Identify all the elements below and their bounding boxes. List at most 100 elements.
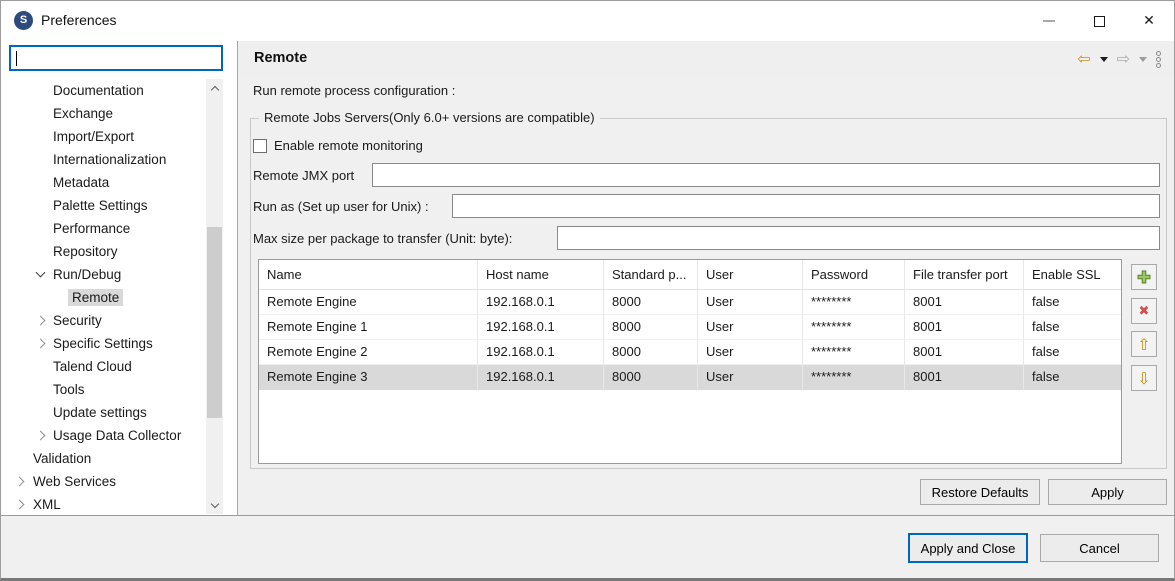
delete-server-button[interactable]: ✖ — [1131, 298, 1157, 324]
sidebar-item-web-services[interactable]: Web Services — [1, 470, 206, 493]
close-button[interactable]: ✕ — [1124, 1, 1174, 41]
chevron-right-icon[interactable] — [15, 500, 25, 510]
title-bar: S Preferences ✕ — [1, 1, 1174, 41]
table-cell: 8001 — [905, 365, 1024, 390]
sidebar-item-palette-settings[interactable]: Palette Settings — [1, 194, 206, 217]
table-cell: Remote Engine 2 — [259, 340, 478, 365]
table-row[interactable]: Remote Engine 3192.168.0.18000User******… — [259, 365, 1121, 390]
sidebar-item-internationalization[interactable]: Internationalization — [1, 148, 206, 171]
max-size-input[interactable] — [557, 226, 1160, 250]
sidebar-item-repository[interactable]: Repository — [1, 240, 206, 263]
sidebar-item-security[interactable]: Security — [1, 309, 206, 332]
window-controls: ✕ — [1024, 1, 1174, 41]
header-toolbar: ⇦ ⇨ — [1077, 41, 1161, 77]
forward-history-dropdown-icon[interactable] — [1139, 57, 1147, 62]
add-server-button[interactable] — [1131, 264, 1157, 290]
cancel-button[interactable]: Cancel — [1040, 534, 1159, 562]
restore-defaults-button[interactable]: Restore Defaults — [920, 479, 1040, 505]
apply-button[interactable]: Apply — [1048, 479, 1167, 505]
table-cell: 8001 — [905, 340, 1024, 365]
sidebar-item-metadata[interactable]: Metadata — [1, 171, 206, 194]
sidebar-item-specific-settings[interactable]: Specific Settings — [1, 332, 206, 355]
view-menu-icon[interactable] — [1156, 51, 1161, 68]
group-title: Remote Jobs Servers(Only 6.0+ versions a… — [259, 110, 600, 125]
sidebar-item-label: Import/Export — [49, 128, 138, 145]
table-cell: ******** — [803, 290, 905, 315]
table-cell: false — [1024, 340, 1121, 365]
chevron-right-icon[interactable] — [36, 316, 46, 326]
preferences-tree: Documentation Exchange Import/Export Intern… — [1, 79, 206, 516]
column-header-password[interactable]: Password — [803, 260, 905, 290]
intro-label: Run remote process configuration : — [253, 83, 455, 98]
chevron-right-icon[interactable] — [36, 431, 46, 441]
arrow-down-icon: ⇩ — [1137, 369, 1150, 388]
table-cell: 8001 — [905, 315, 1024, 340]
table-cell: User — [698, 340, 803, 365]
sidebar-item-label: Tools — [49, 381, 89, 398]
chevron-right-icon[interactable] — [15, 477, 25, 487]
move-down-button[interactable]: ⇩ — [1131, 365, 1157, 391]
dialog-body: Documentation Exchange Import/Export Intern… — [1, 41, 1174, 515]
forward-arrow-icon[interactable]: ⇨ — [1117, 51, 1130, 67]
table-cell: 8000 — [604, 315, 698, 340]
remote-jmx-port-input[interactable] — [372, 163, 1160, 187]
page-header: Remote ⇦ ⇨ — [238, 41, 1174, 77]
sidebar-item-usage-data-collector[interactable]: Usage Data Collector — [1, 424, 206, 447]
minimize-button[interactable] — [1024, 1, 1074, 41]
back-arrow-icon[interactable]: ⇦ — [1077, 51, 1090, 67]
scrollbar-thumb[interactable] — [207, 227, 222, 418]
maximize-button[interactable] — [1074, 1, 1124, 41]
remote-jmx-port-label: Remote JMX port — [253, 168, 354, 183]
column-header-standard-p[interactable]: Standard p... — [604, 260, 698, 290]
table-cell: 192.168.0.1 — [478, 365, 604, 390]
table-row[interactable]: Remote Engine 2192.168.0.18000User******… — [259, 340, 1121, 365]
sidebar-item-import-export[interactable]: Import/Export — [1, 125, 206, 148]
maximize-icon — [1094, 16, 1105, 27]
table-cell: 8000 — [604, 365, 698, 390]
column-header-user[interactable]: User — [698, 260, 803, 290]
apply-and-close-button[interactable]: Apply and Close — [908, 533, 1028, 563]
sidebar-item-exchange[interactable]: Exchange — [1, 102, 206, 125]
sidebar-item-label: Documentation — [49, 82, 148, 99]
sidebar-item-label: Metadata — [49, 174, 113, 191]
sidebar-item-validation[interactable]: Validation — [1, 447, 206, 470]
sidebar-item-tools[interactable]: Tools — [1, 378, 206, 401]
window-title: Preferences — [41, 12, 116, 28]
sidebar-item-label: Security — [49, 312, 106, 329]
scroll-down-icon[interactable] — [206, 497, 223, 514]
table-cell: ******** — [803, 315, 905, 340]
run-as-input[interactable] — [452, 194, 1160, 218]
table-row[interactable]: Remote Engine192.168.0.18000User********… — [259, 290, 1121, 315]
chevron-down-icon[interactable] — [36, 268, 46, 278]
preferences-dialog: S Preferences ✕ Documentation Exchange Imp… — [0, 0, 1175, 581]
dialog-button-bar: Apply and Close Cancel — [1, 515, 1174, 578]
scroll-up-icon[interactable] — [206, 79, 223, 96]
main-panel: Remote ⇦ ⇨ Run remote process configurat… — [238, 41, 1174, 515]
table-row[interactable]: Remote Engine 1192.168.0.18000User******… — [259, 315, 1121, 340]
sidebar-item-update-settings[interactable]: Update settings — [1, 401, 206, 424]
sidebar-item-talend-cloud[interactable]: Talend Cloud — [1, 355, 206, 378]
sidebar-item-documentation[interactable]: Documentation — [1, 79, 206, 102]
minimize-icon — [1043, 20, 1055, 22]
enable-remote-monitoring-checkbox[interactable] — [253, 139, 267, 153]
column-header-name[interactable]: Name — [259, 260, 478, 290]
tree-scrollbar[interactable] — [206, 79, 223, 514]
sidebar-item-label: Internationalization — [49, 151, 170, 168]
table-cell: Remote Engine — [259, 290, 478, 315]
column-header-file-transfer-port[interactable]: File transfer port — [905, 260, 1024, 290]
move-up-button[interactable]: ⇧ — [1131, 331, 1157, 357]
filter-input[interactable] — [9, 45, 223, 71]
table-header-row: NameHost nameStandard p...UserPasswordFi… — [259, 260, 1121, 290]
back-history-dropdown-icon[interactable] — [1100, 57, 1108, 62]
column-header-host-name[interactable]: Host name — [478, 260, 604, 290]
table-cell: Remote Engine 1 — [259, 315, 478, 340]
chevron-right-icon[interactable] — [36, 339, 46, 349]
table-cell: User — [698, 315, 803, 340]
sidebar-item-run-debug[interactable]: Run/Debug — [1, 263, 206, 286]
column-header-enable-ssl[interactable]: Enable SSL — [1024, 260, 1121, 290]
sidebar-item-performance[interactable]: Performance — [1, 217, 206, 240]
remote-servers-table[interactable]: NameHost nameStandard p...UserPasswordFi… — [258, 259, 1122, 464]
sidebar-item-label: Run/Debug — [49, 266, 125, 283]
sidebar-item-remote[interactable]: Remote — [1, 286, 206, 309]
sidebar-item-xml[interactable]: XML — [1, 493, 206, 516]
